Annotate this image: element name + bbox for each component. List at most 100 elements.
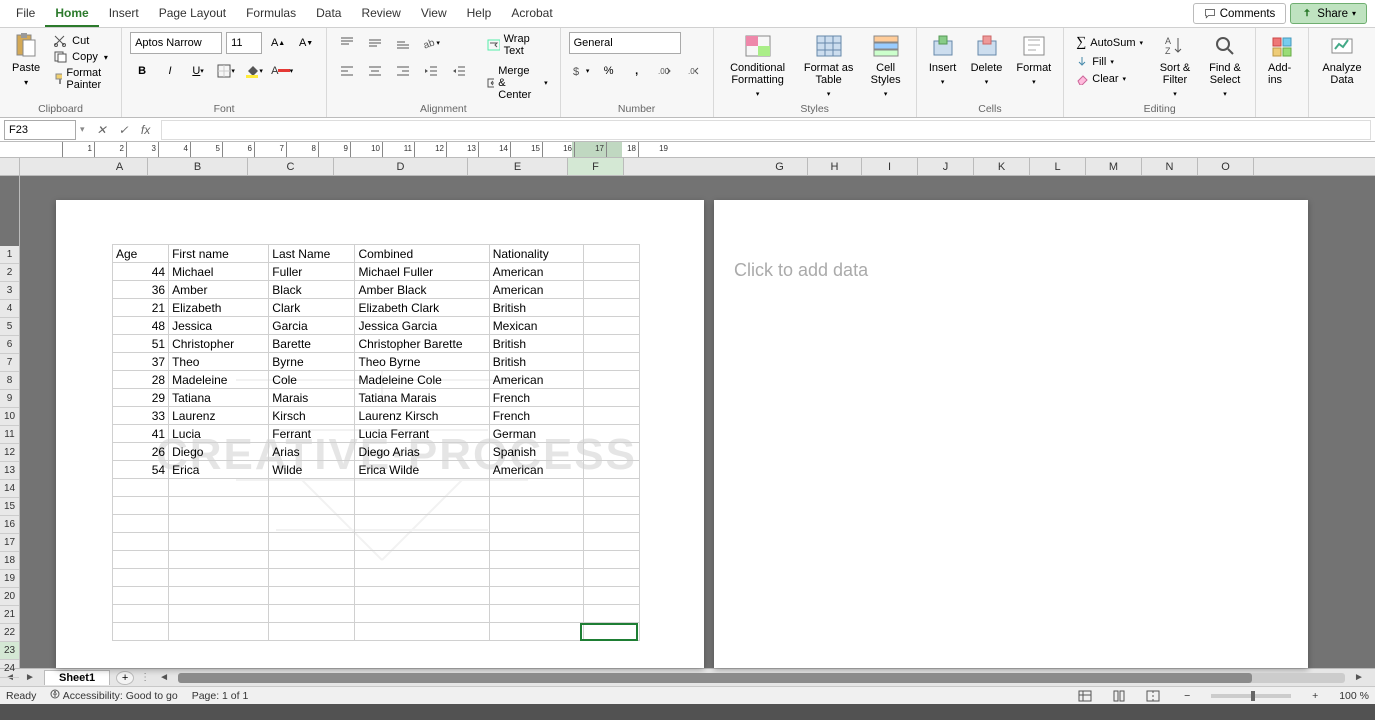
page-2[interactable]: Click to add data <box>714 200 1308 668</box>
column-header-J[interactable]: J <box>918 158 974 175</box>
clear-button[interactable]: Clear▾ <box>1072 72 1147 86</box>
data-cell[interactable]: Laurenz Kirsch <box>355 407 489 425</box>
data-cell[interactable]: 51 <box>113 335 169 353</box>
column-header-F[interactable]: F <box>568 158 624 175</box>
data-cell[interactable]: British <box>489 299 583 317</box>
data-cell[interactable]: 36 <box>113 281 169 299</box>
empty-cell[interactable] <box>489 569 583 587</box>
normal-view-button[interactable] <box>1075 689 1095 703</box>
data-cell[interactable]: Elizabeth <box>169 299 269 317</box>
column-header-E[interactable]: E <box>468 158 568 175</box>
empty-cell[interactable] <box>113 569 169 587</box>
column-header-K[interactable]: K <box>974 158 1030 175</box>
data-cell[interactable]: Diego Arias <box>355 443 489 461</box>
row-header-12[interactable]: 12 <box>0 444 19 462</box>
fill-color-button[interactable]: ▾ <box>242 60 266 82</box>
page-layout-view-button[interactable] <box>1109 689 1129 703</box>
empty-cell[interactable] <box>169 515 269 533</box>
empty-cell[interactable] <box>489 479 583 497</box>
data-cell[interactable]: Jessica <box>169 317 269 335</box>
cut-button[interactable]: Cut <box>50 34 113 48</box>
cancel-formula-button[interactable]: ✕ <box>92 120 112 140</box>
row-header-1[interactable]: 1 <box>0 246 19 264</box>
empty-cell[interactable] <box>355 515 489 533</box>
italic-button[interactable]: I <box>158 60 182 82</box>
data-cell[interactable]: Cole <box>269 371 355 389</box>
data-cell[interactable]: Laurenz <box>169 407 269 425</box>
insert-cells-button[interactable]: Insert▾ <box>925 32 961 88</box>
empty-cell[interactable] <box>489 587 583 605</box>
data-cell[interactable]: British <box>489 353 583 371</box>
header-cell[interactable]: Combined <box>355 245 489 263</box>
empty-cell[interactable] <box>355 551 489 569</box>
data-cell[interactable]: Erica Wilde <box>355 461 489 479</box>
insert-function-button[interactable]: fx <box>136 120 156 140</box>
data-cell[interactable]: Spanish <box>489 443 583 461</box>
empty-cell[interactable] <box>489 605 583 623</box>
empty-cell[interactable] <box>583 497 639 515</box>
increase-font-button[interactable]: A▲ <box>266 32 290 54</box>
data-table[interactable]: AgeFirst nameLast NameCombinedNationalit… <box>112 244 640 641</box>
data-cell[interactable]: German <box>489 425 583 443</box>
row-header-6[interactable]: 6 <box>0 336 19 354</box>
sheet-tab-1[interactable]: Sheet1 <box>44 670 110 685</box>
menu-page-layout[interactable]: Page Layout <box>149 0 236 27</box>
data-cell[interactable]: 48 <box>113 317 169 335</box>
formula-input[interactable] <box>161 120 1371 140</box>
column-header-M[interactable]: M <box>1086 158 1142 175</box>
empty-cell[interactable] <box>489 551 583 569</box>
menu-file[interactable]: File <box>6 0 45 27</box>
align-top-button[interactable] <box>335 32 359 54</box>
comma-button[interactable]: , <box>625 60 649 82</box>
row-header-20[interactable]: 20 <box>0 588 19 606</box>
column-header-C[interactable]: C <box>248 158 334 175</box>
copy-button[interactable]: Copy▾ <box>50 50 113 64</box>
align-left-button[interactable] <box>335 60 359 82</box>
row-header-16[interactable]: 16 <box>0 516 19 534</box>
align-bottom-button[interactable] <box>391 32 415 54</box>
data-cell[interactable]: Tatiana Marais <box>355 389 489 407</box>
data-cell[interactable]: Theo <box>169 353 269 371</box>
row-header-18[interactable]: 18 <box>0 552 19 570</box>
increase-decimal-button[interactable]: .00 <box>653 60 677 82</box>
empty-cell[interactable] <box>489 515 583 533</box>
data-cell[interactable]: 54 <box>113 461 169 479</box>
enter-formula-button[interactable]: ✓ <box>114 120 134 140</box>
cell-styles-button[interactable]: Cell Styles▾ <box>864 32 908 100</box>
empty-cell[interactable] <box>269 569 355 587</box>
menu-data[interactable]: Data <box>306 0 351 27</box>
empty-cell[interactable] <box>355 479 489 497</box>
data-cell[interactable]: Ferrant <box>269 425 355 443</box>
empty-cell[interactable] <box>583 605 639 623</box>
row-header-13[interactable]: 13 <box>0 462 19 480</box>
align-middle-button[interactable] <box>363 32 387 54</box>
autosum-button[interactable]: ∑AutoSum▾ <box>1072 34 1147 52</box>
menu-review[interactable]: Review <box>351 0 410 27</box>
data-cell[interactable]: 26 <box>113 443 169 461</box>
empty-cell[interactable] <box>269 515 355 533</box>
sheet-nav-next[interactable]: ► <box>20 672 40 683</box>
column-header-N[interactable]: N <box>1142 158 1198 175</box>
empty-cell[interactable] <box>169 533 269 551</box>
empty-cell[interactable] <box>113 551 169 569</box>
comments-button[interactable]: Comments <box>1193 3 1287 24</box>
decrease-indent-button[interactable] <box>419 60 443 82</box>
data-cell[interactable]: Lucia Ferrant <box>355 425 489 443</box>
decrease-font-button[interactable]: A▼ <box>294 32 318 54</box>
row-header-14[interactable]: 14 <box>0 480 19 498</box>
zoom-out-button[interactable]: − <box>1177 689 1197 703</box>
percent-button[interactable]: % <box>597 60 621 82</box>
empty-cell[interactable] <box>269 479 355 497</box>
data-cell[interactable]: Erica <box>169 461 269 479</box>
format-as-table-button[interactable]: Format as Table▾ <box>800 32 858 100</box>
menu-insert[interactable]: Insert <box>99 0 149 27</box>
borders-button[interactable]: ▾ <box>214 60 238 82</box>
empty-cell[interactable] <box>269 623 355 641</box>
page-break-view-button[interactable] <box>1143 689 1163 703</box>
empty-cell[interactable] <box>269 533 355 551</box>
delete-cells-button[interactable]: Delete▾ <box>967 32 1007 88</box>
row-header-24[interactable]: 24 <box>0 660 19 678</box>
row-header-23[interactable]: 23 <box>0 642 19 660</box>
zoom-level[interactable]: 100 % <box>1339 690 1369 702</box>
data-cell[interactable]: American <box>489 281 583 299</box>
